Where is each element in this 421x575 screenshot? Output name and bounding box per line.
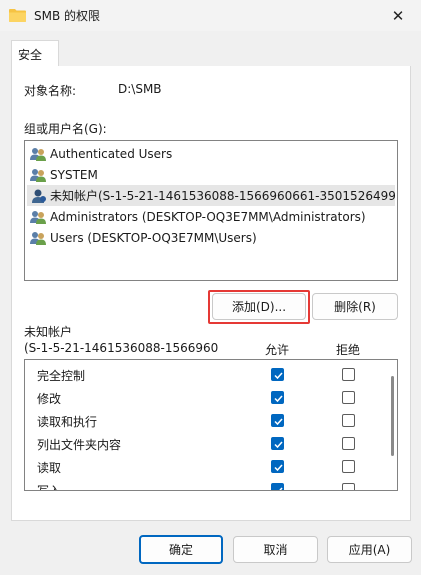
permission-row: 完全控制 (25, 364, 385, 387)
close-icon: ✕ (391, 6, 405, 25)
deny-checkbox[interactable] (342, 368, 355, 381)
scrollbar-thumb[interactable] (391, 376, 394, 456)
cancel-button[interactable]: 取消 (233, 536, 318, 563)
deny-checkbox[interactable] (342, 391, 355, 404)
permission-row: 写入 (25, 479, 385, 491)
permission-row: 列出文件夹内容 (25, 433, 385, 456)
allow-checkbox[interactable] (271, 368, 284, 381)
permission-row: 修改 (25, 387, 385, 410)
users-group-icon (30, 146, 47, 162)
list-item[interactable]: SYSTEM (27, 164, 395, 185)
list-item[interactable]: Administrators (DESKTOP-OQ3E7MM\Administ… (27, 206, 395, 227)
unknown-user-icon (30, 188, 47, 204)
list-item-label: 未知帐户(S-1-5-21-1461536088-1566960661-3501… (50, 189, 395, 203)
add-button[interactable]: 添加(D)... (212, 293, 306, 320)
permission-row: 读取和执行 (25, 410, 385, 433)
title-bar: SMB 的权限 ✕ (0, 0, 421, 31)
folder-icon (9, 8, 26, 22)
permission-name: 读取 (37, 461, 62, 475)
tab-strip: 安全 (11, 40, 411, 68)
deny-checkbox[interactable] (342, 483, 355, 490)
allow-checkbox[interactable] (271, 391, 284, 404)
close-button[interactable]: ✕ (375, 0, 421, 31)
remove-button[interactable]: 删除(R) (312, 293, 398, 320)
permission-scrollbar[interactable] (390, 368, 395, 484)
deny-checkbox[interactable] (342, 437, 355, 450)
object-name-label: 对象名称: (24, 84, 77, 98)
permission-list: 完全控制 修改 读取和执行 列出文件夹内容 读取 写入 (24, 359, 398, 491)
allow-checkbox[interactable] (271, 483, 284, 490)
list-item-label: Administrators (DESKTOP-OQ3E7MM\Administ… (50, 209, 366, 224)
users-group-icon (30, 209, 47, 225)
deny-column-header: 拒绝 (336, 343, 361, 357)
list-item[interactable]: Users (DESKTOP-OQ3E7MM\Users) (27, 227, 395, 248)
permissions-sid-label: (S-1-5-21-1461536088-1566960 (24, 341, 219, 355)
users-group-icon (30, 167, 47, 183)
permission-name: 修改 (37, 392, 62, 406)
permission-name: 列出文件夹内容 (37, 438, 122, 452)
allow-column-header: 允许 (265, 343, 290, 357)
permission-row: 读取 (25, 456, 385, 479)
permission-name: 读取和执行 (37, 415, 98, 429)
allow-checkbox[interactable] (271, 414, 284, 427)
tab-security[interactable]: 安全 (11, 40, 59, 68)
list-item-label: SYSTEM (50, 167, 98, 182)
permissions-for-label: 未知帐户 (24, 325, 73, 339)
permission-name: 完全控制 (37, 369, 86, 383)
allow-checkbox[interactable] (271, 460, 284, 473)
object-name-value: D:\SMB (118, 82, 162, 96)
security-panel: 对象名称: D:\SMB 组或用户名(G): Authenticated Use… (11, 66, 411, 521)
list-item-label: Authenticated Users (50, 146, 173, 161)
list-item[interactable]: Authenticated Users (27, 143, 395, 164)
window-title: SMB 的权限 (34, 9, 101, 23)
users-group-icon (30, 230, 47, 246)
deny-checkbox[interactable] (342, 460, 355, 473)
ok-button[interactable]: 确定 (139, 535, 223, 564)
group-user-list[interactable]: Authenticated Users SYSTEM 未知帐户(S-1-5-21… (24, 140, 398, 281)
deny-checkbox[interactable] (342, 414, 355, 427)
apply-button[interactable]: 应用(A) (327, 536, 412, 563)
group-list-label: 组或用户名(G): (24, 122, 107, 136)
list-item-selected[interactable]: 未知帐户(S-1-5-21-1461536088-1566960661-3501… (27, 185, 395, 206)
allow-checkbox[interactable] (271, 437, 284, 450)
permission-name: 写入 (37, 484, 62, 491)
list-item-label: Users (DESKTOP-OQ3E7MM\Users) (50, 230, 257, 245)
